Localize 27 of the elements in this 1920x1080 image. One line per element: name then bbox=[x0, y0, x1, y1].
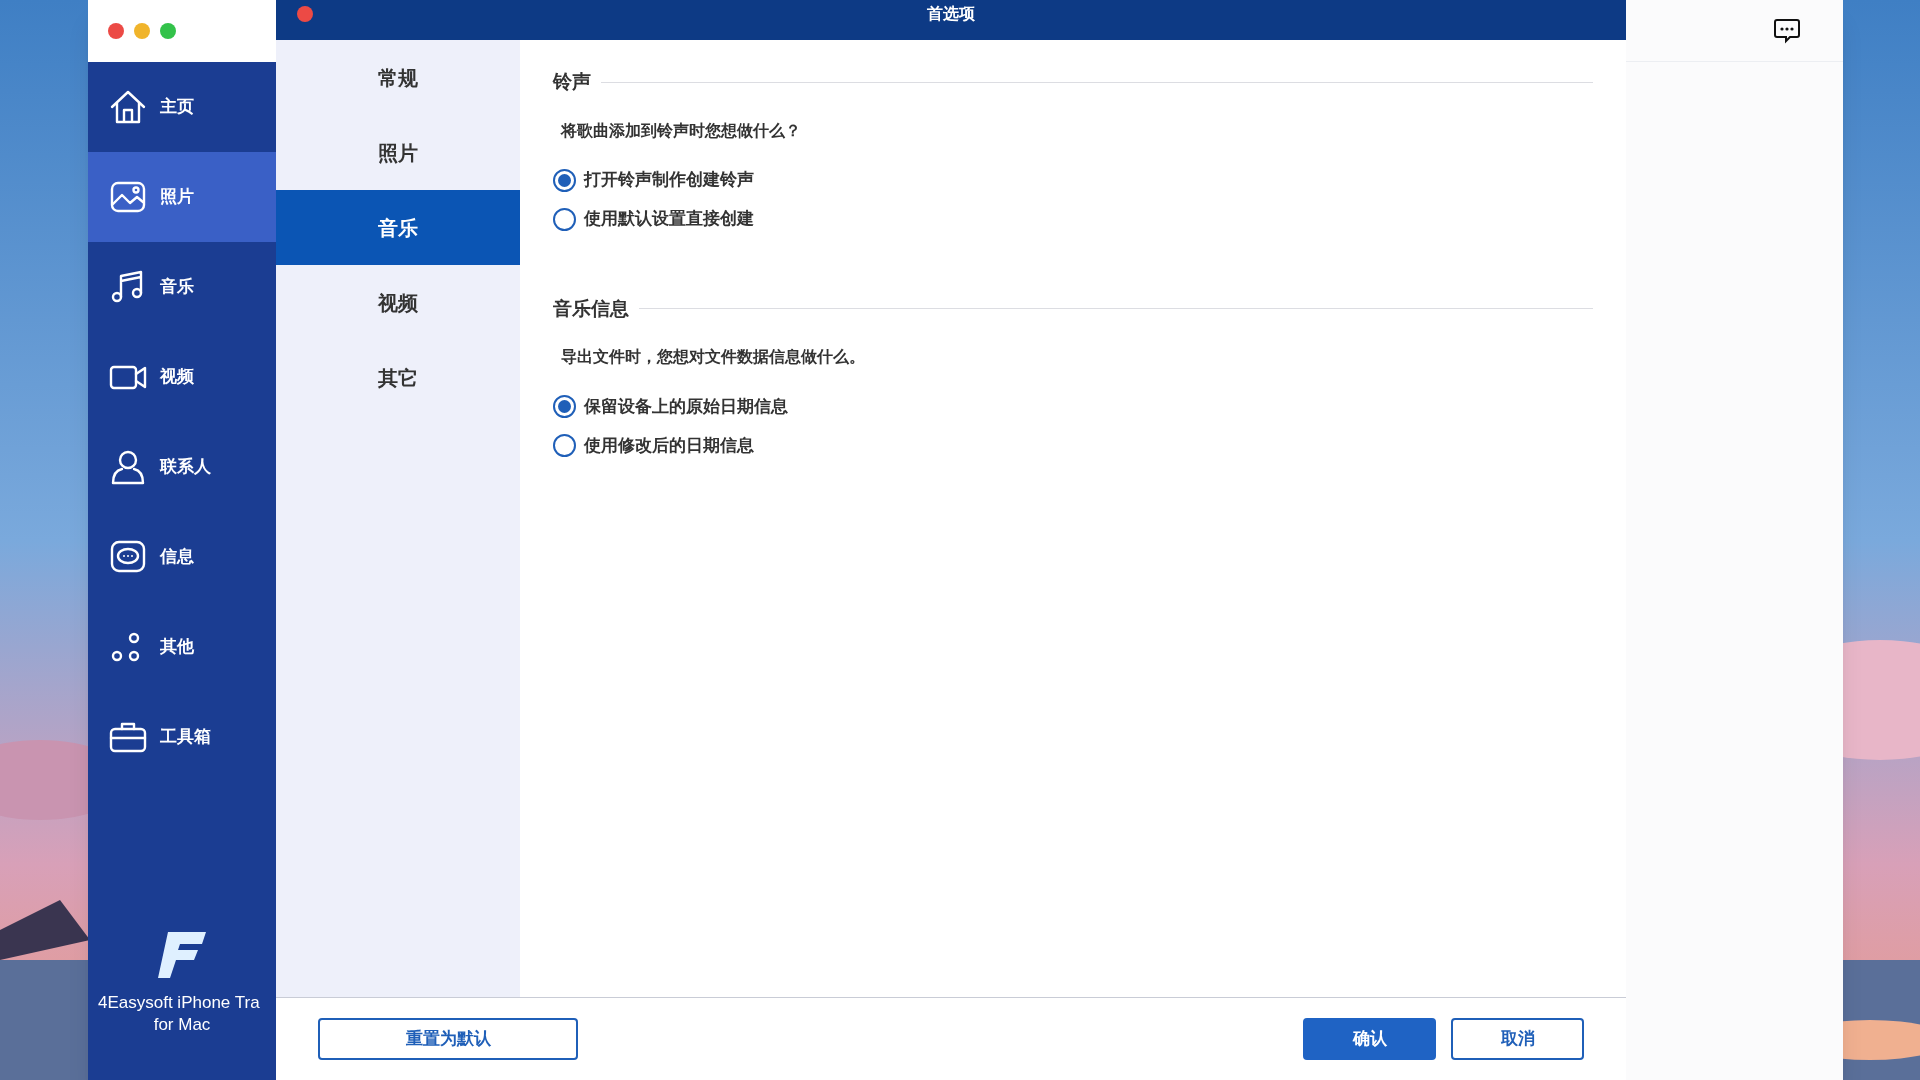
settings-tab[interactable]: 音乐 bbox=[276, 190, 520, 265]
radio-button[interactable] bbox=[553, 168, 576, 192]
radio-button[interactable] bbox=[553, 395, 576, 418]
radio-label[interactable]: 打开铃声制作创建铃声 bbox=[584, 167, 754, 193]
radio-label[interactable]: 使用默认设置直接创建 bbox=[584, 206, 754, 232]
sidebar-item[interactable]: 照片 bbox=[88, 152, 276, 242]
confirm-button[interactable]: 确认 bbox=[1303, 1018, 1436, 1060]
app-name: for Mac bbox=[153, 1014, 211, 1036]
settings-tab[interactable]: 其它 bbox=[276, 340, 520, 415]
close-dialog-button[interactable] bbox=[297, 6, 313, 22]
dialog-title: 首选项 bbox=[927, 4, 975, 24]
settings-tab[interactable]: 常规 bbox=[276, 40, 520, 115]
chat-icon[interactable] bbox=[1773, 17, 1801, 44]
section-question: 将歌曲添加到铃声时您想做什么？ bbox=[561, 120, 801, 141]
settings-tab[interactable]: 视频 bbox=[276, 265, 520, 340]
reset-button[interactable]: 重置为默认 bbox=[318, 1018, 578, 1060]
radio-button[interactable] bbox=[553, 207, 576, 231]
settings-tab[interactable]: 照片 bbox=[276, 115, 520, 190]
app-name: 4Easysoft iPhone Tra bbox=[97, 992, 260, 1014]
section-heading: 铃声 bbox=[553, 70, 591, 94]
radio-button[interactable] bbox=[553, 434, 576, 457]
close-window-button[interactable] bbox=[108, 23, 124, 39]
radio-label[interactable]: 保留设备上的原始日期信息 bbox=[584, 393, 788, 420]
radio-label[interactable]: 使用修改后的日期信息 bbox=[584, 432, 754, 459]
section-heading: 音乐信息 bbox=[553, 296, 629, 321]
cancel-button[interactable]: 取消 bbox=[1451, 1018, 1584, 1060]
section-question: 导出文件时，您想对文件数据信息做什么。 bbox=[561, 347, 865, 367]
